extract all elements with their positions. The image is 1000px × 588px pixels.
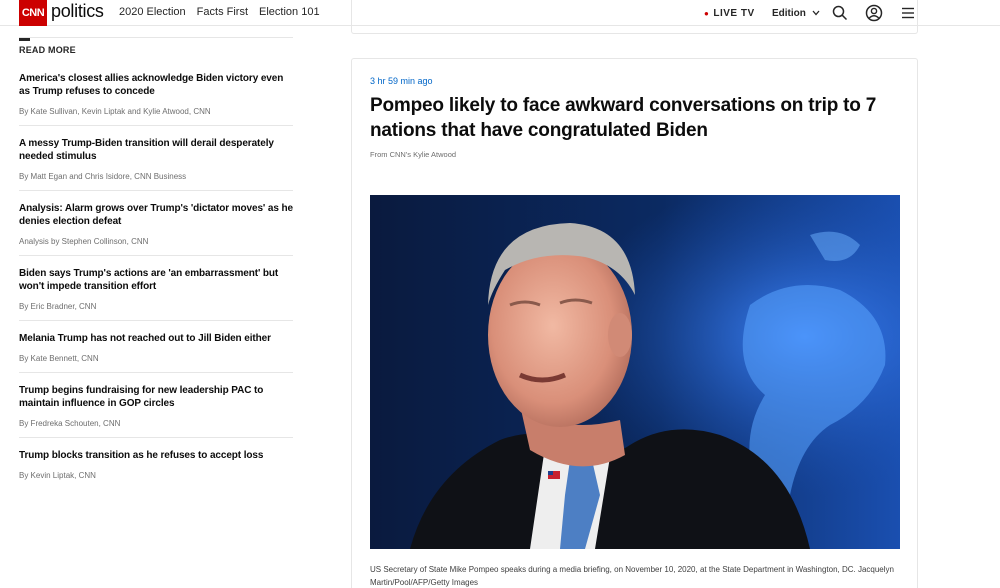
story-byline: By Kate Bennett, CNN [19, 354, 99, 363]
story-byline: By Matt Egan and Chris Isidore, CNN Busi… [19, 172, 187, 181]
list-item[interactable]: Analysis: Alarm grows over Trump's 'dict… [19, 191, 293, 256]
story-title[interactable]: Trump begins fundraising for new leaders… [19, 384, 293, 410]
nav-item-2020-election[interactable]: 2020 Election [119, 6, 186, 18]
story-byline: Analysis by Stephen Collinson, CNN [19, 237, 149, 246]
story-byline: By Eric Bradner, CNN [19, 302, 97, 311]
list-item[interactable]: A messy Trump-Biden transition will dera… [19, 126, 293, 191]
list-item[interactable]: America's closest allies acknowledge Bid… [19, 61, 293, 126]
story-byline: By Kevin Liptak, CNN [19, 471, 96, 480]
heading-accent-bar [19, 38, 30, 41]
list-item[interactable]: Trump begins fundraising for new leaders… [19, 373, 293, 438]
story-byline: By Fredreka Schouten, CNN [19, 419, 121, 428]
list-item[interactable]: Trump blocks transition as he refuses to… [19, 438, 293, 489]
story-title[interactable]: Trump blocks transition as he refuses to… [19, 449, 293, 462]
post-headline: Pompeo likely to face awkward conversati… [370, 95, 877, 141]
read-more-sidebar: READ MORE America's closest allies ackno… [19, 37, 293, 489]
divider [19, 37, 293, 38]
story-title[interactable]: America's closest allies acknowledge Bid… [19, 72, 293, 98]
previous-post-card [351, 0, 918, 34]
photo-illustration [370, 195, 900, 549]
read-more-heading: READ MORE [19, 45, 76, 55]
section-name[interactable]: politics [51, 1, 104, 22]
story-title[interactable]: Analysis: Alarm grows over Trump's 'dict… [19, 202, 293, 228]
post-source: From CNN's Kylie Atwood [370, 150, 457, 159]
live-update-post-card: 3 hr 59 min ago Pompeo likely to face aw… [351, 58, 918, 588]
article-photo[interactable] [370, 195, 900, 549]
story-byline: By Kate Sullivan, Kevin Liptak and Kylie… [19, 107, 211, 116]
cnn-logo[interactable]: CNN [19, 0, 47, 26]
post-timestamp[interactable]: 3 hr 59 min ago [370, 76, 433, 86]
story-title[interactable]: Biden says Trump's actions are 'an embar… [19, 267, 293, 293]
photo-caption: US Secretary of State Mike Pompeo speaks… [370, 565, 894, 587]
list-item[interactable]: Biden says Trump's actions are 'an embar… [19, 256, 293, 321]
nav-item-election-101[interactable]: Election 101 [259, 6, 320, 18]
story-title[interactable]: Melania Trump has not reached out to Jil… [19, 332, 293, 345]
primary-nav: 2020 Election Facts First Election 101 [119, 6, 331, 18]
story-title[interactable]: A messy Trump-Biden transition will dera… [19, 137, 293, 163]
list-item[interactable]: Melania Trump has not reached out to Jil… [19, 321, 293, 373]
nav-item-facts-first[interactable]: Facts First [197, 6, 248, 18]
